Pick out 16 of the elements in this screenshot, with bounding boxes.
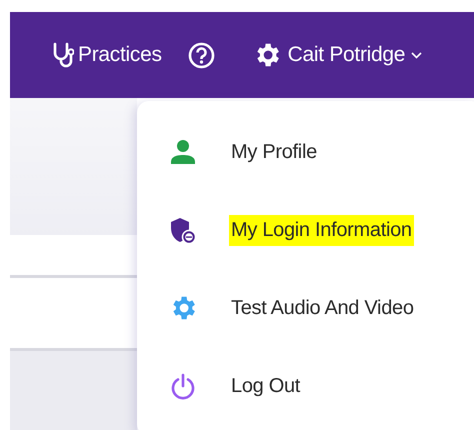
help-button[interactable] <box>188 42 215 68</box>
menu-item-label: Log Out <box>230 374 302 398</box>
menu-item[interactable]: My Profile <box>137 133 474 171</box>
menu-item[interactable]: Test Audio And Video <box>137 289 474 327</box>
help-icon <box>188 42 215 68</box>
power-icon <box>170 372 196 400</box>
person-icon <box>170 139 196 165</box>
stethoscope-icon <box>52 42 74 68</box>
practices-link[interactable]: Practices <box>52 42 162 68</box>
menu-item-label: Test Audio And Video <box>230 296 415 320</box>
shield-user-icon <box>170 216 196 244</box>
menu-item-label: My Profile <box>230 140 318 164</box>
menu-item[interactable]: My Login Information <box>137 211 474 249</box>
menu-item-label: My Login Information <box>229 214 414 246</box>
user-menu-button[interactable]: Cait Potridge <box>252 40 422 70</box>
menu-item[interactable]: Log Out <box>137 367 474 405</box>
